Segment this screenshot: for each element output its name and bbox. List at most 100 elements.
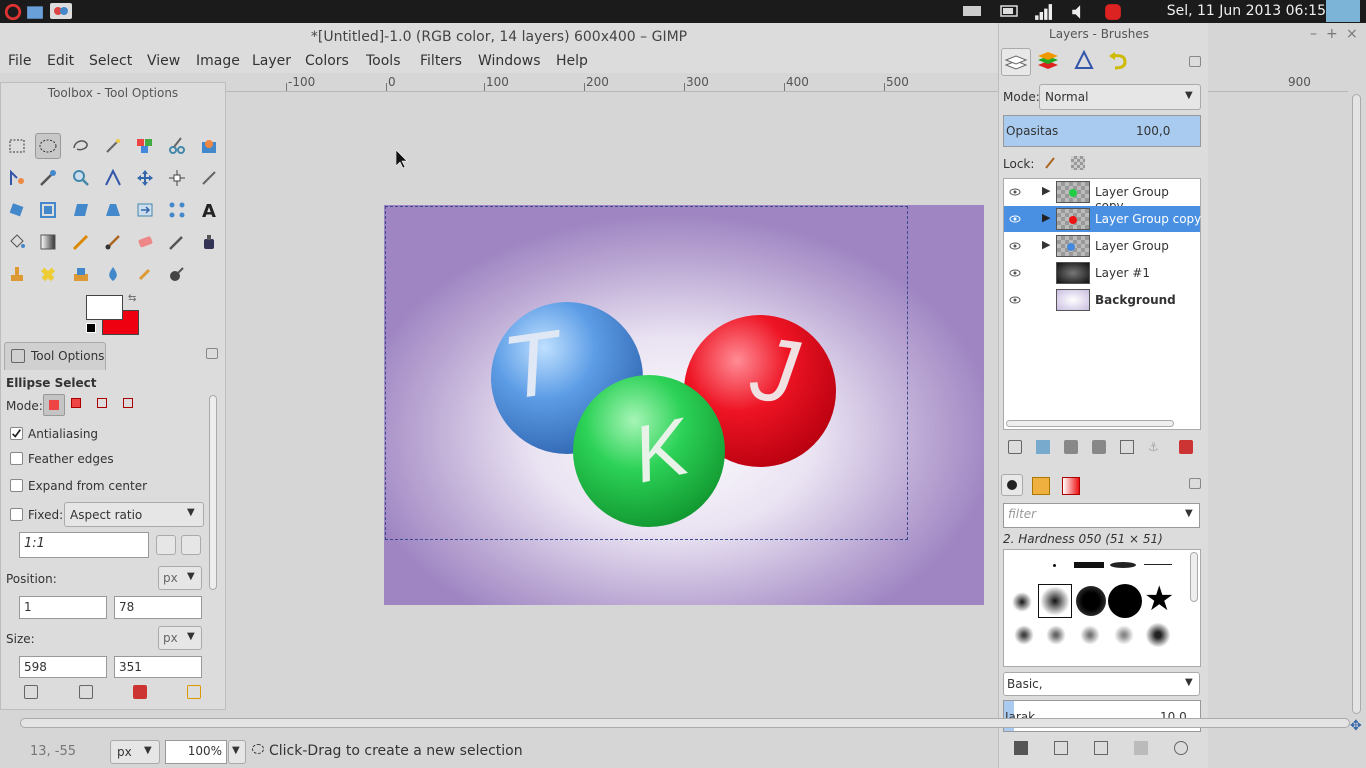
brush-scrollbar[interactable] — [1190, 552, 1198, 602]
maximize-icon[interactable]: + — [1326, 26, 1338, 42]
dodge-burn-icon[interactable] — [164, 261, 190, 287]
visibility-eye-icon[interactable] — [1009, 213, 1021, 225]
brush-item[interactable] — [1144, 564, 1172, 565]
tab-gradients[interactable] — [1062, 477, 1080, 495]
panel-menu-icon[interactable] — [1189, 478, 1201, 489]
scale-icon[interactable] — [35, 197, 61, 223]
tab-tool-options[interactable]: Tool Options — [4, 342, 106, 370]
brush-item[interactable] — [1012, 592, 1032, 612]
delete-options-icon[interactable] — [133, 685, 147, 699]
text-icon[interactable]: A — [196, 197, 222, 223]
notification-icon[interactable] — [1104, 3, 1122, 20]
close-icon[interactable]: × — [1346, 26, 1358, 42]
menu-view[interactable]: View — [147, 53, 180, 69]
panel-menu-icon[interactable] — [1189, 56, 1201, 67]
tab-layers[interactable] — [1001, 48, 1031, 76]
select-by-color-icon[interactable] — [132, 133, 158, 159]
lock-alpha-icon[interactable] — [1071, 156, 1085, 170]
restore-options-icon[interactable] — [79, 685, 93, 699]
selection-marquee[interactable] — [385, 206, 908, 540]
tab-brushes[interactable] — [1001, 474, 1023, 496]
app-menu-icon[interactable] — [4, 3, 22, 21]
brush-item[interactable] — [1044, 624, 1068, 646]
brush-item[interactable] — [1112, 624, 1136, 646]
layer-row[interactable]: ▶ Layer Group copy — [1004, 179, 1200, 213]
layer-row-selected[interactable]: ▶ Layer Group copy # — [1004, 206, 1205, 232]
color-picker-icon[interactable] — [35, 165, 61, 191]
ink-icon[interactable] — [196, 229, 222, 255]
bucket-fill-icon[interactable] — [4, 229, 30, 255]
eraser-icon[interactable] — [132, 229, 158, 255]
clone-icon[interactable] — [4, 261, 30, 287]
airbrush-icon[interactable] — [164, 229, 190, 255]
keyboard-icon[interactable] — [962, 3, 982, 19]
fixed-mode-dropdown[interactable]: Aspect ratio ▼ — [64, 502, 204, 527]
brush-grid[interactable]: ★ — [1003, 549, 1201, 667]
rect-select-icon[interactable] — [4, 133, 30, 159]
volume-icon[interactable] — [1070, 3, 1088, 19]
menu-colors[interactable]: Colors — [305, 53, 349, 69]
brush-item[interactable] — [1078, 624, 1102, 646]
visibility-eye-icon[interactable] — [1009, 240, 1021, 252]
perspective-icon[interactable] — [100, 197, 126, 223]
clock[interactable]: Sel, 11 Jun 2013 06:15 — [1167, 3, 1326, 19]
expand-from-center-checkbox[interactable] — [10, 479, 23, 492]
refresh-brushes-icon[interactable] — [1174, 741, 1188, 755]
expand-arrow-icon[interactable]: ▶ — [1042, 211, 1050, 224]
brush-item[interactable] — [1108, 584, 1142, 618]
tab-undo-history[interactable] — [1105, 48, 1135, 76]
unit-dropdown[interactable]: px ▼ — [110, 740, 160, 764]
brush-item[interactable] — [1144, 622, 1172, 648]
layer-row[interactable]: Layer #1 — [1004, 260, 1200, 286]
vertical-scrollbar[interactable] — [1348, 74, 1366, 734]
paths-icon[interactable] — [4, 165, 30, 191]
anchor-layer-icon[interactable]: ⚓ — [1148, 440, 1162, 454]
new-layer-group-icon[interactable] — [1036, 440, 1050, 454]
size-unit-dropdown[interactable]: px ▼ — [158, 626, 202, 650]
new-brush-icon[interactable] — [1054, 741, 1068, 755]
foreground-select-icon[interactable] — [196, 133, 222, 159]
rotate-icon[interactable] — [4, 197, 30, 223]
edit-brush-icon[interactable] — [1014, 741, 1028, 755]
flip-icon[interactable] — [132, 197, 158, 223]
pencil-icon[interactable] — [68, 229, 94, 255]
raise-layer-icon[interactable] — [1064, 440, 1078, 454]
layer-mode-dropdown[interactable]: Normal ▼ — [1039, 84, 1201, 110]
position-y-input[interactable]: 78 — [114, 596, 202, 619]
menu-edit[interactable]: Edit — [47, 53, 74, 69]
tab-channels[interactable] — [1034, 48, 1064, 76]
mode-add-icon[interactable] — [71, 398, 87, 412]
blend-icon[interactable] — [35, 229, 61, 255]
new-layer-icon[interactable] — [1008, 440, 1022, 454]
brush-item-selected[interactable] — [1038, 584, 1072, 618]
layer-row[interactable]: ▶ Layer Group — [1004, 233, 1200, 259]
fixed-checkbox[interactable] — [10, 508, 23, 521]
menu-help[interactable]: Help — [556, 53, 588, 69]
duplicate-brush-icon[interactable] — [1094, 741, 1108, 755]
signal-icon[interactable] — [1034, 3, 1052, 20]
user-icon[interactable] — [1326, 0, 1360, 22]
antialiasing-checkbox[interactable] — [10, 427, 23, 440]
position-x-input[interactable]: 1 — [19, 596, 107, 619]
minimize-icon[interactable]: – — [1310, 26, 1317, 42]
size-height-input[interactable]: 351 — [114, 656, 202, 678]
duplicate-layer-icon[interactable] — [1120, 440, 1134, 454]
brush-item[interactable] — [1053, 564, 1056, 567]
feather-edges-checkbox[interactable] — [10, 452, 23, 465]
scissors-select-icon[interactable] — [164, 133, 190, 159]
move-icon[interactable] — [132, 165, 158, 191]
delete-brush-icon[interactable] — [1134, 741, 1148, 755]
reset-options-icon[interactable] — [187, 685, 201, 699]
brush-item[interactable] — [1076, 586, 1106, 616]
mode-intersect-icon[interactable] — [123, 398, 139, 412]
ellipse-select-icon[interactable] — [35, 133, 61, 159]
zoom-icon[interactable] — [68, 165, 94, 191]
menu-select[interactable]: Select — [89, 53, 132, 69]
panel-menu-icon[interactable] — [206, 348, 218, 359]
landscape-icon[interactable] — [181, 535, 201, 555]
visibility-eye-icon[interactable] — [1009, 267, 1021, 279]
measure-icon[interactable] — [100, 165, 126, 191]
blur-icon[interactable] — [100, 261, 126, 287]
zoom-dropdown[interactable]: ▼ — [228, 740, 246, 764]
menu-file[interactable]: File — [8, 53, 31, 69]
